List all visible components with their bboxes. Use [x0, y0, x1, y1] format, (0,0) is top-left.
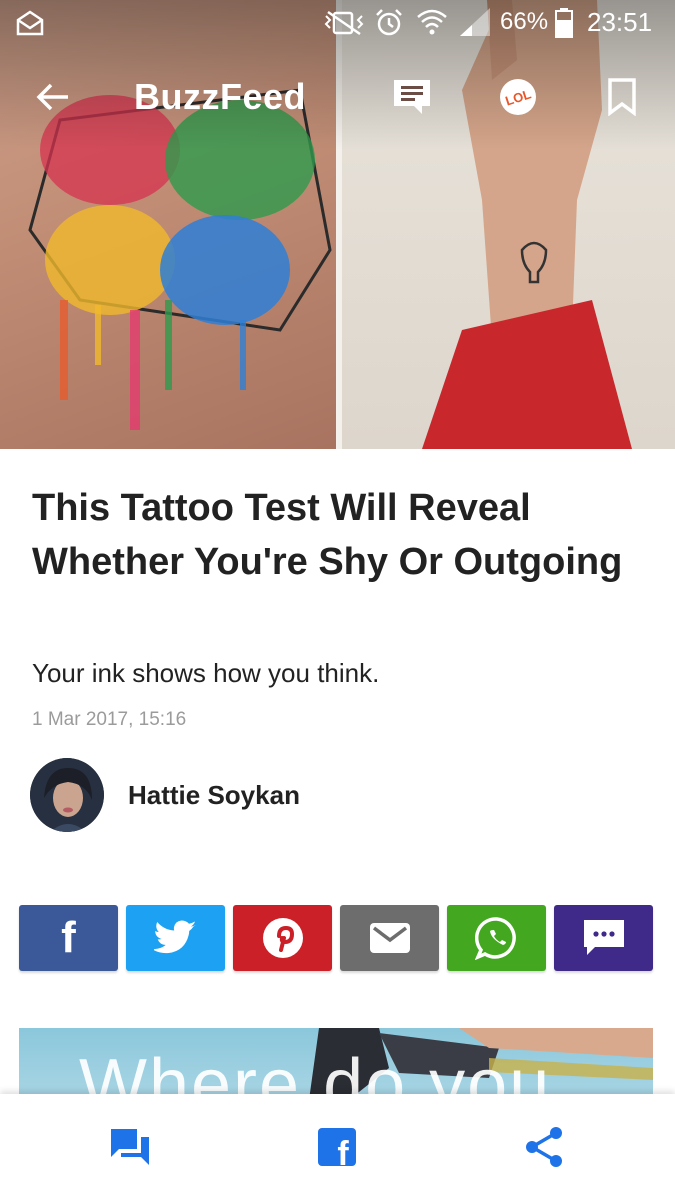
- facebook-square-icon: f: [318, 1128, 356, 1167]
- avatar-photo: [30, 758, 104, 832]
- whatsapp-icon: [474, 917, 516, 960]
- pinterest-icon: [262, 918, 303, 958]
- signal-icon: [458, 6, 492, 45]
- author-avatar[interactable]: [30, 758, 104, 832]
- battery-percent: 66%: [500, 8, 549, 35]
- reaction-button[interactable]: LOL: [493, 72, 543, 122]
- share-pinterest-button[interactable]: [233, 905, 332, 971]
- share-whatsapp-button[interactable]: [447, 905, 546, 971]
- author-name[interactable]: Hattie Soykan: [128, 780, 300, 811]
- share-buttons-row: f: [19, 905, 653, 971]
- status-time: 23:51: [587, 7, 653, 37]
- bookmark-button[interactable]: [597, 72, 647, 122]
- share-facebook-button[interactable]: f: [19, 905, 118, 971]
- bookmark-icon: [608, 78, 636, 116]
- arrow-left-icon: [36, 83, 68, 111]
- bottom-share-button[interactable]: [521, 1124, 567, 1170]
- share-email-button[interactable]: [340, 905, 439, 971]
- facebook-icon: f: [61, 913, 76, 962]
- article-date: 1 Mar 2017, 15:16: [32, 709, 187, 730]
- share-sms-button[interactable]: [554, 905, 653, 971]
- facebook-square-glyph: f: [337, 1135, 349, 1167]
- next-image-text: Where do you: [79, 1045, 552, 1100]
- next-content-image: Where do you: [19, 1028, 653, 1100]
- back-button[interactable]: [28, 72, 78, 122]
- battery-icon: [555, 8, 573, 45]
- vibrate-mute-icon: [322, 10, 366, 43]
- article-title: This Tattoo Test Will Reveal Whether You…: [32, 487, 623, 583]
- article-subtitle: Your ink shows how you think.: [32, 658, 380, 688]
- share-icon: [526, 1127, 562, 1167]
- lol-badge-icon: LOL: [500, 79, 536, 115]
- bottom-comments-button[interactable]: [107, 1124, 153, 1170]
- alarm-icon: [374, 8, 404, 45]
- comments-button[interactable]: [387, 72, 437, 122]
- wifi-icon: [416, 8, 448, 43]
- top-app-bar: BuzzFeed LOL: [0, 60, 675, 136]
- twitter-bird-icon: [153, 920, 196, 954]
- status-bar: 66% 23:51: [0, 0, 675, 46]
- notification-icon: [16, 10, 44, 43]
- share-twitter-button[interactable]: [126, 905, 225, 971]
- bottom-action-bar: f: [0, 1094, 675, 1200]
- buzzfeed-logo[interactable]: BuzzFeed: [134, 76, 306, 118]
- email-icon: [369, 923, 410, 953]
- bottom-facebook-button[interactable]: f: [314, 1124, 360, 1170]
- comment-icon: [394, 80, 430, 114]
- forum-icon: [111, 1129, 149, 1165]
- sms-icon: [583, 920, 624, 955]
